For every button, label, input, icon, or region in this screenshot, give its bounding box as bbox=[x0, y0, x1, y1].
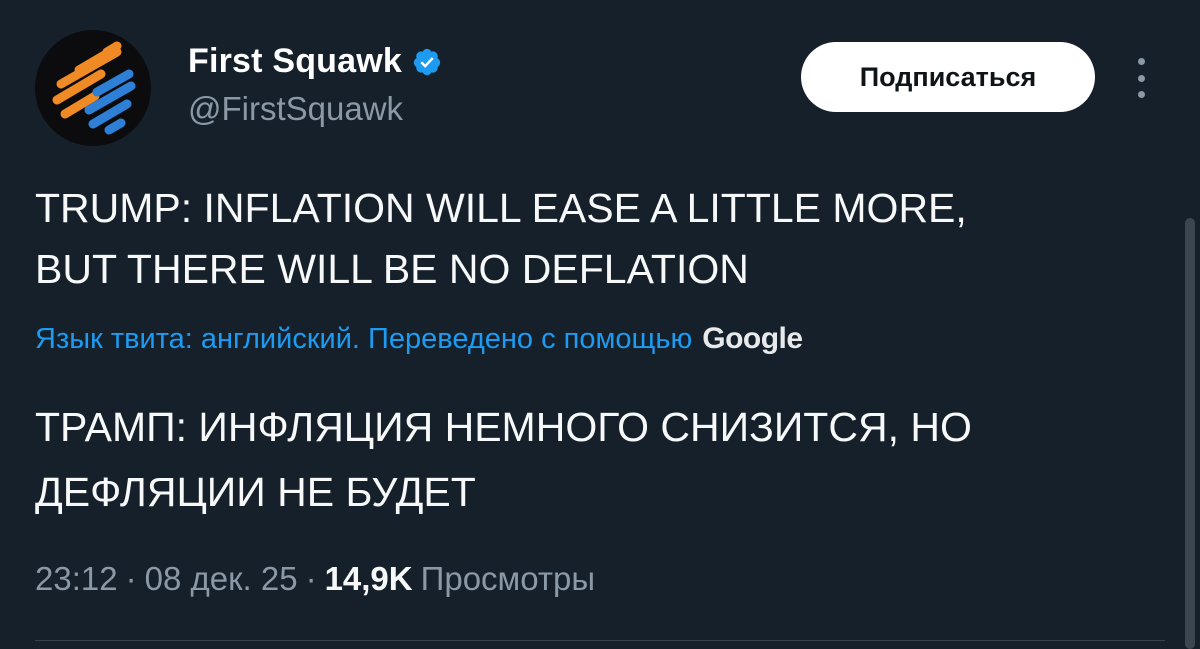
tweet-text-line: TRUMP: INFLATION WILL EASE A LITTLE MORE… bbox=[35, 185, 967, 231]
scrollbar[interactable] bbox=[1185, 218, 1195, 649]
tweet-text: TRUMP: INFLATION WILL EASE A LITTLE MORE… bbox=[35, 178, 1165, 300]
first-squawk-logo-icon bbox=[52, 41, 136, 135]
meta-separator: · bbox=[305, 560, 317, 597]
translated-text: ТРАМП: ИНФЛЯЦИЯ НЕМНОГО СНИЗИТСЯ, НО ДЕФ… bbox=[35, 395, 1165, 525]
translated-text-line: ТРАМП: ИНФЛЯЦИЯ НЕМНОГО СНИЗИТСЯ, НО bbox=[35, 404, 972, 450]
views-count: 14,9K bbox=[324, 560, 413, 597]
more-dot bbox=[1137, 74, 1145, 82]
more-dot bbox=[1137, 58, 1145, 65]
display-name[interactable]: First Squawk bbox=[188, 42, 402, 81]
google-logo: Google bbox=[702, 322, 803, 355]
avatar[interactable] bbox=[35, 30, 151, 146]
follow-button[interactable]: Подписаться bbox=[801, 42, 1095, 112]
divider bbox=[35, 640, 1165, 641]
views-label: Просмотры bbox=[420, 560, 596, 597]
tweet-date[interactable]: 08 дек. 25 bbox=[145, 560, 298, 598]
translation-notice-text[interactable]: Язык твита: английский. Переведено с пом… bbox=[35, 323, 692, 356]
verified-badge-icon[interactable] bbox=[412, 47, 442, 77]
more-vertical-icon[interactable] bbox=[1126, 52, 1156, 104]
account-handle[interactable]: @FirstSquawk bbox=[188, 90, 403, 128]
translated-text-line: ДЕФЛЯЦИИ НЕ БУДЕТ bbox=[35, 469, 476, 515]
meta-separator: · bbox=[125, 560, 137, 597]
tweet-time[interactable]: 23:12 bbox=[35, 560, 118, 598]
account-name-row: First Squawk bbox=[188, 42, 442, 81]
tweet-text-line: BUT THERE WILL BE NO DEFLATION bbox=[35, 246, 749, 292]
translation-notice[interactable]: Язык твита: английский. Переведено с пом… bbox=[35, 322, 803, 356]
more-dot bbox=[1137, 91, 1145, 98]
tweet-meta: 23:12 · 08 дек. 25 · 14,9K Просмотры bbox=[35, 560, 595, 598]
